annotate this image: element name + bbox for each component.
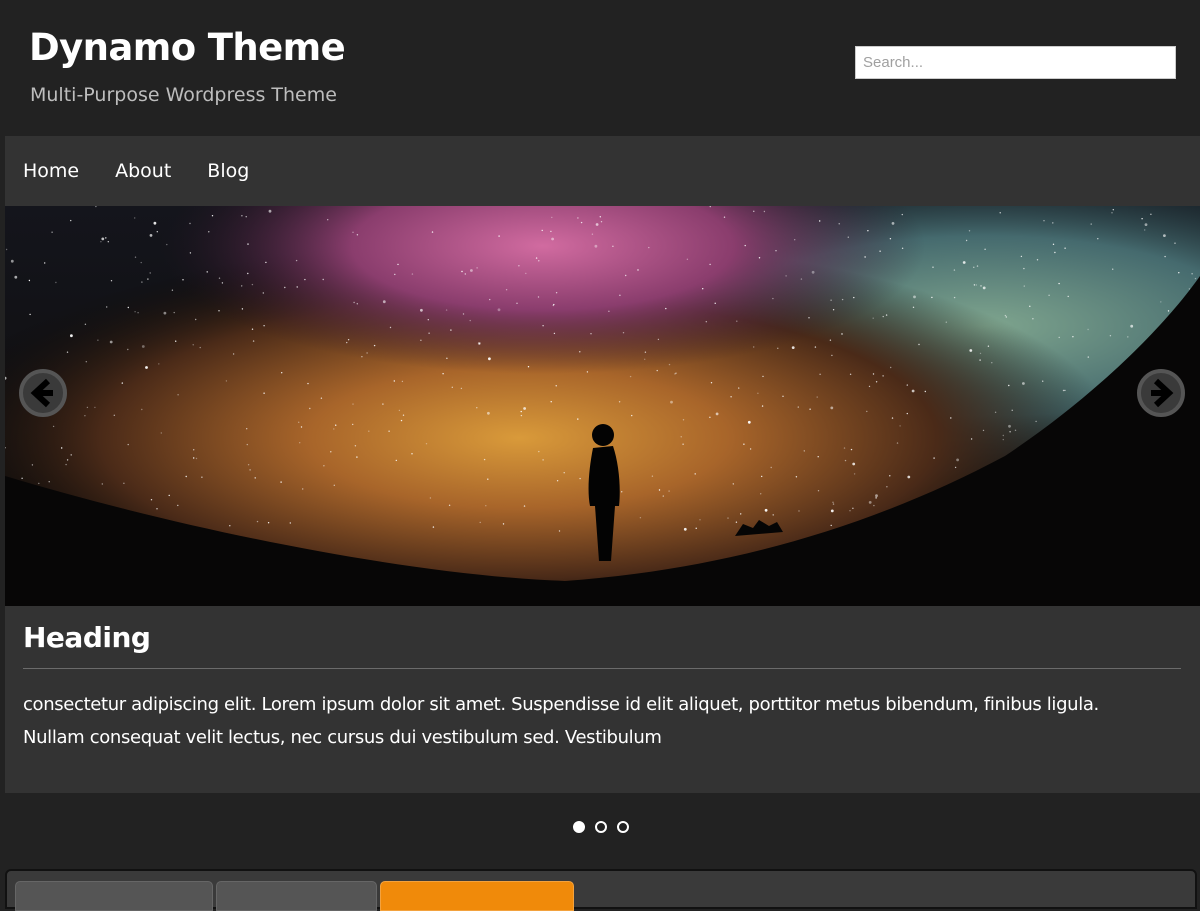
slide-text: consectetur adipiscing elit. Lorem ipsum… xyxy=(23,694,1099,748)
site-tagline: Multi-Purpose Wordpress Theme xyxy=(30,84,337,106)
site-header: Dynamo Theme Multi-Purpose Wordpress The… xyxy=(0,0,1200,135)
arrow-right-circle-icon xyxy=(1137,369,1185,417)
main-navigation: Home About Blog xyxy=(5,136,1200,206)
nav-link-blog[interactable]: Blog xyxy=(207,160,249,182)
caption-divider xyxy=(23,668,1181,669)
tab-1[interactable] xyxy=(15,881,213,911)
slide-image xyxy=(5,206,1200,606)
tab-2[interactable] xyxy=(216,881,377,911)
slide-heading: Heading xyxy=(23,621,151,654)
pager-dot-3[interactable] xyxy=(617,821,629,833)
tab-3-active[interactable] xyxy=(380,881,574,911)
nav-item-blog: Blog xyxy=(207,158,249,184)
slider-prev-button[interactable] xyxy=(19,369,67,417)
pager-dot-2[interactable] xyxy=(595,821,607,833)
arrow-left-circle-icon xyxy=(19,369,67,417)
hero-slider: Heading consectetur adipiscing elit. Lor… xyxy=(5,206,1200,793)
slide-caption: Heading consectetur adipiscing elit. Lor… xyxy=(5,606,1200,793)
tabs-panel xyxy=(5,869,1197,911)
site-title[interactable]: Dynamo Theme xyxy=(29,24,346,72)
nav-item-home: Home xyxy=(23,158,79,184)
nav-menu: Home About Blog xyxy=(5,136,1200,206)
search-input[interactable] xyxy=(855,46,1176,79)
slider-pager xyxy=(573,821,629,833)
pager-dot-1[interactable] xyxy=(573,821,585,833)
nav-item-about: About xyxy=(115,158,171,184)
nav-link-home[interactable]: Home xyxy=(23,160,79,182)
nav-link-about[interactable]: About xyxy=(115,160,171,182)
slider-next-button[interactable] xyxy=(1137,369,1185,417)
